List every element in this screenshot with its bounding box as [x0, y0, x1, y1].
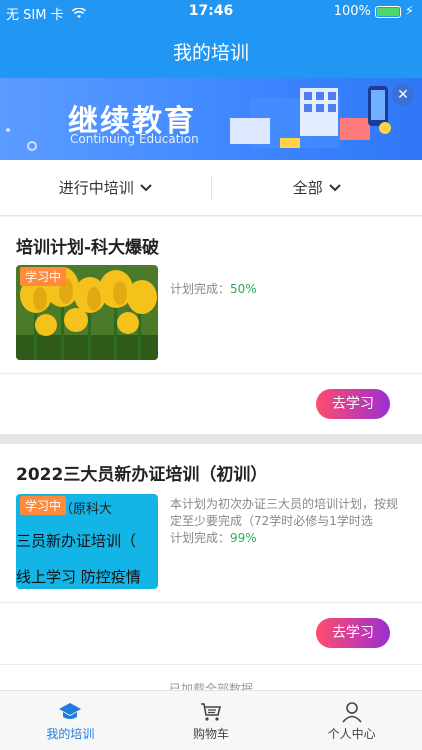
- tab-label: 我的培训: [46, 727, 95, 741]
- training-card[interactable]: 培训计划-科大爆破 学习中 计划完成：50% 去学习: [0, 217, 422, 434]
- section-gap: [0, 434, 422, 444]
- progress-label: 计划完成：: [170, 531, 231, 545]
- close-icon: ✕: [397, 87, 409, 103]
- tab-cart[interactable]: 购物车: [141, 691, 282, 750]
- thumbnail-line-2: 三员新办证培训（: [16, 532, 137, 550]
- nav-header: 无 SIM 卡 17:46 100% ⚡ 我的培训: [0, 0, 422, 78]
- banner-sub-text: Continuing Education: [70, 132, 199, 146]
- user-icon: [281, 701, 422, 723]
- thumbnail-line-3: 线上学习 防控疫情: [16, 568, 141, 586]
- chevron-down-icon: [140, 180, 152, 196]
- go-study-button[interactable]: 去学习: [316, 389, 390, 419]
- progress-label: 计划完成：: [170, 282, 231, 296]
- training-title: 培训计划-科大爆破: [16, 238, 160, 258]
- status-bar: 无 SIM 卡 17:46 100% ⚡: [0, 0, 422, 24]
- battery-icon: [374, 5, 401, 18]
- battery-text: 100%: [333, 4, 371, 19]
- description-text: 本计划为初次办证三大员的培训计划，按规定至少要完成（72学时必修与1学时选: [170, 497, 399, 528]
- filter-bar: 进行中培训 全部: [0, 160, 422, 216]
- graduation-cap-icon: [0, 701, 141, 723]
- training-progress: 计划完成：99%: [170, 530, 402, 547]
- bottom-tab-bar: 我的培训 购物车 个人中心: [0, 690, 422, 750]
- training-card[interactable]: 2022三大员新办证培训（初训） 学校（原科大 三员新办证培训（ 线上学习 防控…: [0, 444, 422, 690]
- battery-status: 100% ⚡: [334, 4, 414, 19]
- training-description: 本计划为初次办证三大员的培训计划，按规定至少要完成（72学时必修与1学时选 计划…: [170, 496, 402, 547]
- tab-my-training[interactable]: 我的培训: [0, 691, 141, 750]
- tab-label: 个人中心: [327, 727, 376, 741]
- status-filter-dropdown[interactable]: 进行中培训: [0, 160, 211, 215]
- scope-filter-label: 全部: [292, 179, 323, 197]
- status-filter-label: 进行中培训: [58, 179, 134, 197]
- cart-icon: [141, 701, 282, 723]
- training-title: 2022三大员新办证培训（初训）: [16, 465, 268, 485]
- training-thumbnail: 学习中: [16, 265, 158, 360]
- training-thumbnail: 学校（原科大 三员新办证培训（ 线上学习 防控疫情 学习中: [16, 494, 158, 589]
- page-title: 我的培训: [172, 42, 249, 64]
- card-divider: [0, 664, 422, 665]
- tab-profile[interactable]: 个人中心: [281, 691, 422, 750]
- progress-value: 50%: [230, 282, 257, 296]
- progress-value: 99%: [230, 531, 257, 545]
- learning-status-badge: 学习中: [20, 496, 67, 515]
- charging-icon: ⚡: [404, 4, 414, 19]
- learning-status-badge: 学习中: [20, 267, 67, 286]
- banner-background-graphic: [6, 86, 391, 151]
- promo-banner[interactable]: 继续教育 Continuing Education: [0, 78, 422, 160]
- tab-label: 购物车: [193, 727, 230, 741]
- banner-close-button[interactable]: ✕: [392, 84, 414, 106]
- training-progress: 计划完成：50%: [170, 281, 402, 298]
- card-divider: [0, 602, 422, 603]
- go-study-button[interactable]: 去学习: [316, 618, 390, 648]
- chevron-down-icon: [329, 180, 341, 196]
- scope-filter-dropdown[interactable]: 全部: [212, 160, 422, 215]
- card-divider: [0, 373, 422, 374]
